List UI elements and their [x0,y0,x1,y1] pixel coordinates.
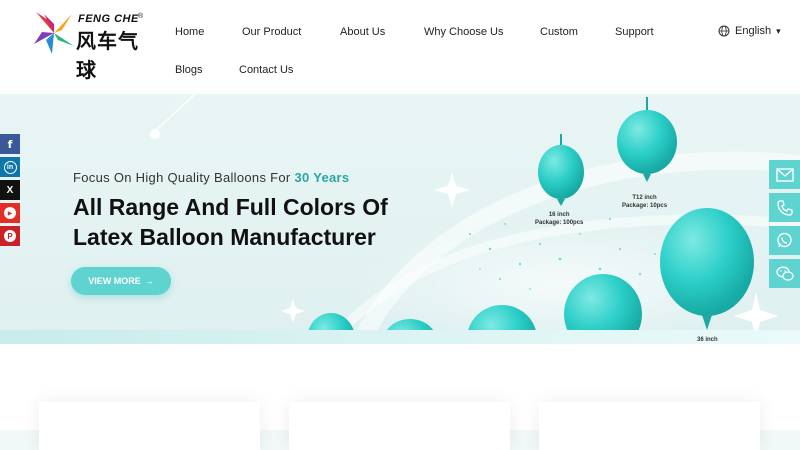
phone-icon[interactable] [769,193,800,222]
nav-why-choose-us[interactable]: Why Choose Us [424,26,503,38]
hero-subtitle-highlight: 30 Years [294,170,350,185]
hero-banner: Focus On High Quality Balloons For 30 Ye… [0,94,800,344]
language-selector[interactable]: English ▾ [718,25,781,37]
feature-card[interactable] [539,402,760,450]
brand-logo[interactable]: FENG CHE ® 风车气球 [32,10,152,82]
youtube-icon[interactable]: ▶ [0,203,20,223]
wechat-icon[interactable] [769,259,800,288]
chevron-down-icon: ▾ [776,25,781,36]
feature-card[interactable] [39,402,260,450]
email-icon[interactable] [769,160,800,189]
nav-blogs[interactable]: Blogs [175,64,203,76]
hero-headline: All Range And Full Colors Of Latex Ballo… [73,194,388,250]
balloon-label-t12: T12 inch Package: 10pcs [622,195,668,209]
brand-name-en: FENG CHE [78,13,139,25]
balloon-label-36: 36 inch [697,337,718,343]
nav-about-us[interactable]: About Us [340,26,385,38]
facebook-icon[interactable]: f [0,134,20,154]
pinterest-icon[interactable]: P [0,226,20,246]
balloon-shape [660,208,754,316]
pinwheel-logo-icon [34,12,74,54]
hero-subtitle: Focus On High Quality Balloons For 30 Ye… [73,170,350,185]
nav-contact-us[interactable]: Contact Us [239,64,293,76]
balloon-label-16: 16 inch Package: 100pcs [535,212,584,226]
nav-home[interactable]: Home [175,26,204,38]
view-more-button[interactable]: VIEW MORE → [71,267,171,295]
registered-mark: ® [138,13,144,20]
contact-float-bar [769,160,800,292]
x-icon[interactable]: X [0,180,20,200]
view-more-label: VIEW MORE [88,276,141,286]
globe-icon [718,25,730,37]
feature-section [0,344,800,450]
linkedin-icon[interactable]: in [0,157,20,177]
feature-card[interactable] [289,402,510,450]
nav-custom[interactable]: Custom [540,26,578,38]
arrow-right-icon: → [144,276,154,286]
brand-name-cn: 风车气球 [76,31,139,82]
whatsapp-icon[interactable] [769,226,800,255]
site-header: FENG CHE ® 风车气球 Home Our Product About U… [0,0,800,94]
balloon-shape [538,145,584,199]
balloon-shape [617,110,677,174]
nav-our-product[interactable]: Our Product [242,26,301,38]
language-label: English [735,25,772,37]
social-share-bar: f in X ▶ P [0,134,20,249]
nav-support[interactable]: Support [615,26,654,38]
hero-bottom-band [0,330,800,344]
